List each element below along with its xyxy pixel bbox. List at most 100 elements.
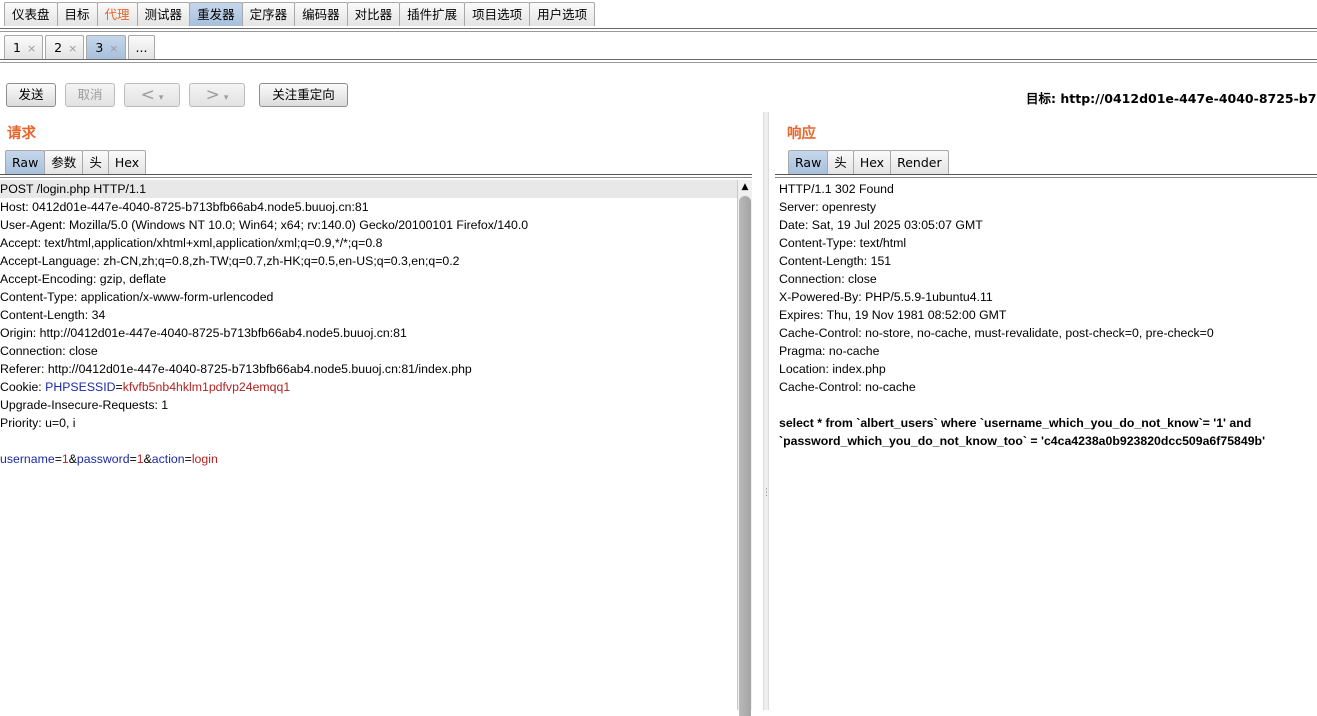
tab-extender[interactable]: 插件扩展	[399, 2, 466, 26]
request-line: Connection: close	[0, 344, 98, 358]
cancel-button[interactable]: 取消	[65, 83, 115, 107]
tab-decoder[interactable]: 编码器	[294, 2, 348, 26]
tab-project-options[interactable]: 项目选项	[464, 2, 531, 26]
response-line: X-Powered-By: PHP/5.5.9-1ubuntu4.11	[779, 290, 993, 304]
tab-intruder[interactable]: 测试器	[136, 2, 191, 26]
response-line: Connection: close	[779, 272, 877, 286]
request-tab-headers[interactable]: 头	[82, 150, 109, 174]
splitter-grip-icon[interactable]: ⋮	[762, 489, 771, 508]
request-tab-bar: Raw 参数 头 Hex	[5, 150, 147, 174]
request-line: User-Agent: Mozilla/5.0 (Windows NT 10.0…	[0, 218, 529, 232]
chevron-down-icon[interactable]: ▾	[159, 93, 164, 103]
response-tab-divider	[775, 174, 1317, 175]
response-editor[interactable]: HTTP/1.1 302 Found Server: openresty Dat…	[779, 180, 1317, 450]
param-value: 1	[61, 452, 69, 466]
repeater-tab-3[interactable]: 3 ×	[86, 35, 126, 59]
request-blank-line	[0, 432, 737, 450]
response-line: Cache-Control: no-store, no-cache, must-…	[779, 326, 1214, 340]
tab-dashboard[interactable]: 仪表盘	[4, 2, 58, 26]
request-line: POST /login.php HTTP/1.1	[0, 180, 737, 198]
param-amp: &	[143, 452, 152, 466]
tab-target[interactable]: 目标	[56, 2, 98, 26]
tab-proxy[interactable]: 代理	[96, 2, 138, 26]
response-tab-headers[interactable]: 头	[827, 150, 854, 174]
cookie-eq: =	[115, 380, 123, 394]
request-line: Origin: http://0412d01e-447e-4040-8725-b…	[0, 326, 407, 340]
chevron-left-icon: <	[140, 85, 155, 105]
response-title: 响应	[787, 126, 816, 142]
response-line: Expires: Thu, 19 Nov 1981 08:52:00 GMT	[779, 308, 1007, 322]
param-key: action	[151, 452, 185, 466]
target-display[interactable]: 目标: http://0412d01e-447e-4040-8725-b713b…	[1026, 88, 1317, 107]
response-line: Location: index.php	[779, 362, 886, 376]
response-tab-render[interactable]: Render	[890, 150, 949, 174]
repeater-tab-1[interactable]: 1 ×	[4, 35, 44, 59]
tab-comparer[interactable]: 对比器	[346, 2, 401, 26]
pane-splitter[interactable]	[763, 112, 769, 710]
request-cookie-line: Cookie: PHPSESSID=kfvfb5nb4hklm1pdfvp24e…	[0, 378, 737, 396]
response-tab-divider-2	[775, 177, 1317, 178]
request-line: Upgrade-Insecure-Requests: 1	[0, 398, 169, 412]
sub-tab-divider-2	[0, 62, 1317, 63]
request-scrollbar[interactable]: ▲	[737, 180, 752, 716]
param-eq: =	[184, 452, 192, 466]
tab-user-options[interactable]: 用户选项	[529, 2, 596, 26]
main-tab-divider-2	[0, 31, 1317, 32]
repeater-tab-bar: 1 × 2 × 3 × ...	[4, 35, 157, 59]
repeater-tab-2[interactable]: 2 ×	[45, 35, 85, 59]
response-line: Content-Length: 151	[779, 254, 892, 268]
response-tab-raw[interactable]: Raw	[788, 150, 829, 174]
repeater-tab-label: 2	[54, 40, 63, 55]
response-tab-hex[interactable]: Hex	[852, 150, 892, 174]
scroll-up-icon[interactable]: ▲	[738, 180, 752, 194]
chevron-right-icon: >	[205, 85, 220, 105]
request-line: Priority: u=0, i	[0, 416, 76, 430]
response-blank-line	[779, 396, 1317, 414]
response-line: Cache-Control: no-cache	[779, 380, 916, 394]
request-body-line: username=1&password=1&action=login	[0, 450, 737, 468]
main-tab-divider	[0, 28, 1317, 29]
response-line: Server: openresty	[779, 200, 877, 214]
param-value: login	[191, 452, 218, 466]
target-label: 目标:	[1026, 91, 1056, 106]
response-line: Pragma: no-cache	[779, 344, 880, 358]
request-line: Content-Length: 34	[0, 308, 106, 322]
new-tab-button[interactable]: ...	[127, 35, 156, 59]
request-tab-hex[interactable]: Hex	[107, 150, 147, 174]
follow-redirect-button[interactable]: 关注重定向	[259, 83, 348, 107]
request-editor[interactable]: POST /login.php HTTP/1.1 Host: 0412d01e-…	[0, 180, 737, 468]
request-line: Content-Type: application/x-www-form-url…	[0, 290, 274, 304]
request-line: Host: 0412d01e-447e-4040-8725-b713bfb66a…	[0, 200, 369, 214]
send-button[interactable]: 发送	[6, 83, 56, 107]
request-line: Accept-Language: zh-CN,zh;q=0.8,zh-TW;q=…	[0, 254, 460, 268]
target-url: http://0412d01e-447e-4040-8725-b713bfb66	[1060, 91, 1317, 106]
repeater-tab-label: 1	[13, 40, 21, 55]
forward-button[interactable]: > ▾	[189, 83, 245, 107]
response-line: HTTP/1.1 302 Found	[779, 182, 894, 196]
request-line: Referer: http://0412d01e-447e-4040-8725-…	[0, 362, 472, 376]
back-button[interactable]: < ▾	[124, 83, 180, 107]
close-icon[interactable]: ×	[68, 42, 77, 55]
sub-tab-divider	[0, 59, 1317, 60]
request-tab-params[interactable]: 参数	[44, 150, 84, 174]
param-amp: &	[68, 452, 77, 466]
param-eq: =	[54, 452, 62, 466]
request-line: Accept-Encoding: gzip, deflate	[0, 272, 167, 286]
scrollbar-thumb[interactable]	[739, 196, 751, 716]
response-body-line: select * from `albert_users` where `user…	[779, 416, 1252, 430]
param-key: username	[0, 452, 55, 466]
response-tab-bar: Raw 头 Hex Render	[788, 150, 949, 174]
repeater-tab-label: 3	[95, 40, 104, 55]
response-body-line: `password_which_you_do_not_know_too` = '…	[779, 434, 1265, 448]
close-icon[interactable]: ×	[27, 42, 36, 55]
request-tab-raw[interactable]: Raw	[5, 150, 46, 174]
close-icon[interactable]: ×	[109, 42, 118, 55]
cookie-name: PHPSESSID	[45, 380, 116, 394]
request-tab-divider	[0, 174, 752, 175]
param-eq: =	[129, 452, 137, 466]
chevron-down-icon[interactable]: ▾	[224, 93, 229, 103]
cookie-value: kfvfb5nb4hklm1pdfvp24emqq1	[122, 380, 291, 394]
tab-sequencer[interactable]: 定序器	[241, 2, 296, 26]
param-key: password	[76, 452, 130, 466]
tab-repeater[interactable]: 重发器	[189, 2, 243, 26]
